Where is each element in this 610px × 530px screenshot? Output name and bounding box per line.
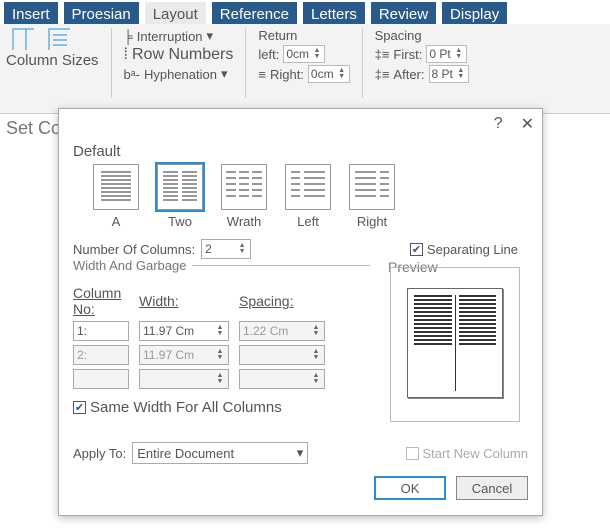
spacing-label: Spacing xyxy=(375,28,469,43)
ribbon-group-indent: Return left: 0cm▲▼ ≡Right: 0cm▲▼ xyxy=(258,28,349,83)
column-sizes-button[interactable]: Column Sizes xyxy=(6,52,99,69)
indent-left-input[interactable]: 0cm▲▼ xyxy=(283,45,325,63)
return-label: Return xyxy=(258,28,349,43)
num-columns-label: Number Of Columns: xyxy=(73,242,195,257)
preset-two-icon xyxy=(163,170,197,204)
spacing-after-input[interactable]: 8 Pt▲▼ xyxy=(429,65,469,83)
preset-left[interactable]: Left xyxy=(285,164,331,229)
page-icon xyxy=(48,28,70,50)
width-3-input: ▲▼ xyxy=(139,369,229,389)
separator xyxy=(245,28,246,98)
ribbon-group-spacing: Spacing ‡≡First: 0 Pt▲▼ ‡≡After: 8 Pt▲▼ xyxy=(375,28,469,83)
col-no-3 xyxy=(73,369,129,389)
indent-right-input[interactable]: 0cm▲▼ xyxy=(308,65,350,83)
indent-right-label: Right: xyxy=(270,67,304,82)
separator xyxy=(362,28,363,98)
ribbon-tabs: Insert Proesian Layout Reference Letters… xyxy=(0,0,610,24)
chevron-down-icon: ▾ xyxy=(207,28,214,44)
apply-to-combo[interactable]: Entire Document▾ xyxy=(132,442,308,464)
width-spacing-group: Width And Garbage Column No: Width: Spac… xyxy=(73,265,370,416)
columns-icon xyxy=(12,28,34,50)
cancel-button[interactable]: Cancel xyxy=(456,476,528,500)
ok-button[interactable]: OK xyxy=(374,476,446,500)
separator xyxy=(111,28,112,98)
preset-left-icon xyxy=(291,170,325,204)
indent-left-label: left: xyxy=(258,47,279,62)
tab-letters[interactable]: Letters xyxy=(303,2,365,24)
tab-review[interactable]: Review xyxy=(371,2,436,24)
row-numbers-button[interactable]: ⁞Row Numbers xyxy=(124,46,234,64)
ribbon: Column Sizes ╞Interruption▾ ⁞Row Numbers… xyxy=(0,24,610,114)
help-button[interactable]: ? xyxy=(494,115,503,133)
interruption-button[interactable]: ╞Interruption▾ xyxy=(124,28,234,44)
width-2-input: 11.97 Cm▲▼ xyxy=(139,345,229,365)
preset-one[interactable]: A xyxy=(93,164,139,229)
preset-one-icon xyxy=(101,170,131,204)
spacing-first-input[interactable]: 0 Pt▲▼ xyxy=(426,45,466,63)
spacing-first-label: First: xyxy=(393,47,422,62)
preset-three-icon xyxy=(226,170,262,204)
default-group-label: Default xyxy=(73,143,528,160)
spacing-2-input: ▲▼ xyxy=(239,345,325,365)
separating-line-checkbox[interactable]: ✔Separating Line xyxy=(410,242,518,257)
preset-three[interactable]: Wrath xyxy=(221,164,267,229)
preset-right[interactable]: Right xyxy=(349,164,395,229)
num-columns-input[interactable]: 2▲▼ xyxy=(201,239,251,259)
tab-layout[interactable]: Layout xyxy=(145,2,206,24)
tab-design[interactable]: Proesian xyxy=(64,2,139,24)
preset-list: A Two Wrath Left Right xyxy=(93,164,528,229)
hyphenation-button[interactable]: bᵃ-Hyphenation▾ xyxy=(124,66,234,82)
apply-to-label: Apply To: xyxy=(73,446,126,461)
spacing-header: Spacing: xyxy=(239,293,325,309)
tab-reference[interactable]: Reference xyxy=(212,2,297,24)
spacing-after-label: After: xyxy=(393,67,424,82)
ribbon-group-columns: Column Sizes xyxy=(6,28,99,69)
width-header: Width: xyxy=(139,293,229,309)
preset-right-icon xyxy=(355,170,389,204)
spacing-1-input[interactable]: 1.22 Cm▲▼ xyxy=(239,321,325,341)
tab-display[interactable]: Display xyxy=(442,2,507,24)
preset-two[interactable]: Two xyxy=(157,164,203,229)
col-no-2: 2: xyxy=(73,345,129,365)
col-no-header: Column No: xyxy=(73,285,129,317)
width-1-input[interactable]: 11.97 Cm▲▼ xyxy=(139,321,229,341)
close-icon[interactable]: ✕ xyxy=(521,114,534,134)
same-width-checkbox[interactable]: ✔Same Width For All Columns xyxy=(73,399,282,416)
tab-insert[interactable]: Insert xyxy=(4,2,58,24)
chevron-down-icon: ▾ xyxy=(221,66,228,82)
chevron-down-icon: ▾ xyxy=(297,445,304,461)
preview-box xyxy=(390,267,520,422)
start-new-column-checkbox: Start New Column xyxy=(406,446,528,461)
columns-dialog: ? ✕ Default A Two Wrath Left Righ xyxy=(58,108,543,516)
col-no-1: 1: xyxy=(73,321,129,341)
spacing-3-input: ▲▼ xyxy=(239,369,325,389)
ribbon-group-breaks: ╞Interruption▾ ⁞Row Numbers bᵃ-Hyphenati… xyxy=(124,28,234,82)
